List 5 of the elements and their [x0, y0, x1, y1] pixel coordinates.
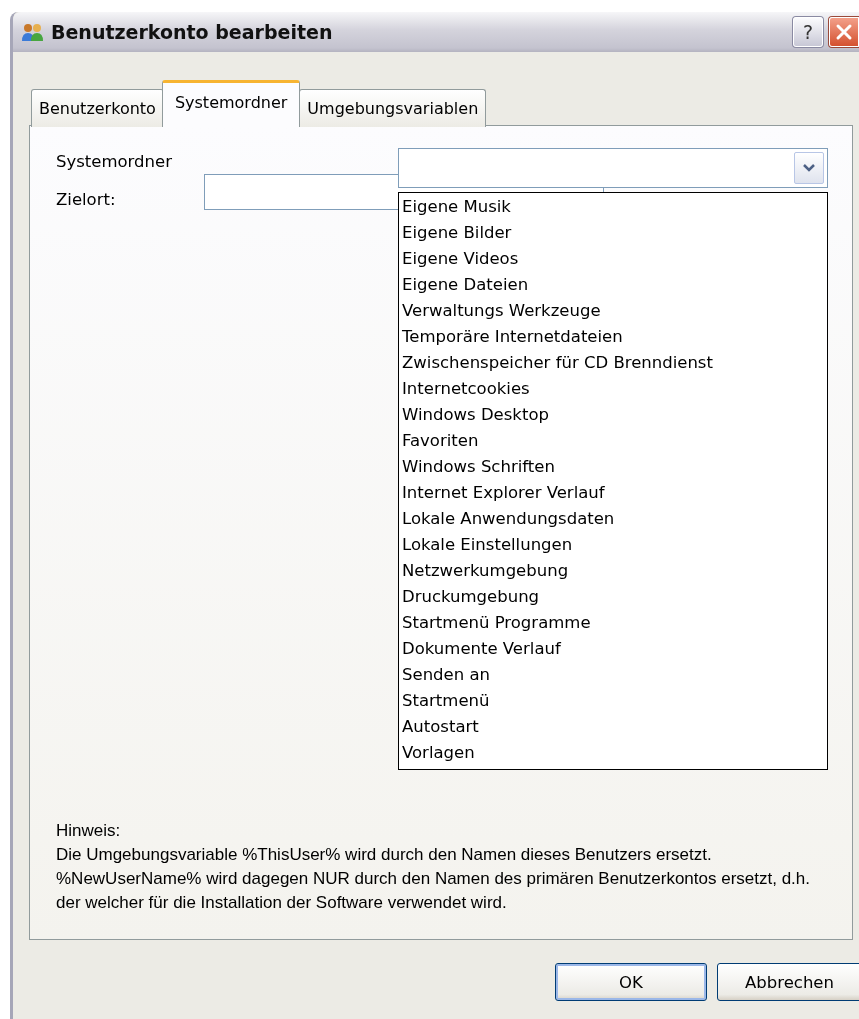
window-title: Benutzerkonto bearbeiten	[51, 21, 334, 43]
field-label: Systemordner	[56, 151, 173, 171]
note-title: Hinweis:	[56, 820, 122, 842]
field-label: Zielort:	[56, 189, 117, 209]
note-text: Die Umgebungsvariable %ThisUser% wird durch den Namen dieses Benutzers ersetzt. %NewUserName% wird dagegen NUR durch den Namen des primären Benutzerkontos ersetzt, d.h. der welcher für die Installation der Software verwendet wird.	[56, 844, 812, 914]
